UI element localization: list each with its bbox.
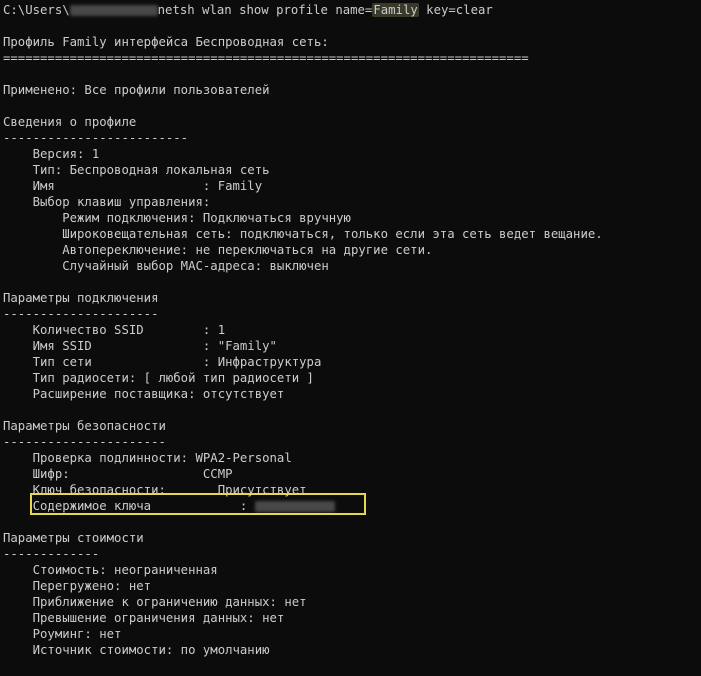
net-type-line: Тип сети : Инфраструктура — [3, 355, 322, 369]
connection-mode-line: Режим подключения: Подключаться вручную — [3, 211, 351, 225]
over-limit-line: Превышение ограничения данных: нет — [3, 611, 285, 625]
command-args: key=clear — [418, 3, 493, 17]
cost-rule: ------------- — [3, 547, 100, 561]
mac-random-line: Случайный выбор MAC-адреса: выключен — [3, 259, 329, 273]
cost-line: Стоимость: неограниченная — [3, 563, 218, 577]
ssid-name-line: Имя SSID : "Family" — [3, 339, 277, 353]
security-title: Параметры безопасности — [3, 419, 166, 433]
applied-line: Применено: Все профили пользователей — [3, 83, 270, 97]
congested-line: Перегружено: нет — [3, 579, 152, 593]
connection-title: Параметры подключения — [3, 291, 159, 305]
cost-source-line: Источник стоимости: по умолчанию — [3, 643, 270, 657]
prompt-path: C:\Users\ — [3, 3, 70, 17]
vendor-ext-line: Расширение поставщика: отсутствует — [3, 387, 285, 401]
command-line: C:\Users\ netsh wlan show profile name=Fa… — [3, 2, 493, 18]
connection-rule: --------------------- — [3, 307, 159, 321]
name-line: Имя : Family — [3, 179, 263, 193]
approaching-limit-line: Приближение к ограничению данных: нет — [3, 595, 307, 609]
autoswitch-line: Автопереключение: не переключаться на др… — [3, 243, 433, 257]
console-window[interactable]: C:\Users\ netsh wlan show profile name=Fa… — [0, 0, 701, 676]
cost-title: Параметры стоимости — [3, 531, 144, 545]
profile-info-title: Сведения о профиле — [3, 115, 137, 129]
broadcast-line: Широковещательная сеть: подключаться, то… — [3, 227, 603, 241]
command-text: netsh wlan show profile name= — [157, 3, 373, 17]
key-content-highlight-box — [30, 493, 366, 515]
auth-line: Проверка подлинности: WPA2-Personal — [3, 451, 292, 465]
radio-type-line: Тип радиосети: [ любой тип радиосети ] — [3, 371, 314, 385]
roaming-line: Роуминг: нет — [3, 627, 122, 641]
security-rule: ---------------------- — [3, 435, 166, 449]
redacted-username — [69, 5, 158, 16]
ssid-count-line: Количество SSID : 1 — [3, 323, 226, 337]
profile-title-rule: ========================================… — [3, 51, 529, 65]
profile-title: Профиль Family интерфейса Беспроводная с… — [3, 35, 329, 49]
key-choice-line: Выбор клавиш управления: — [3, 195, 211, 209]
type-line: Тип: Беспроводная локальная сеть — [3, 163, 270, 177]
version-line: Версия: 1 — [3, 147, 100, 161]
cipher-line: Шифр: CCMP — [3, 467, 233, 481]
profile-name-highlight: Family — [372, 3, 419, 17]
profile-info-rule: ------------------------- — [3, 131, 189, 145]
